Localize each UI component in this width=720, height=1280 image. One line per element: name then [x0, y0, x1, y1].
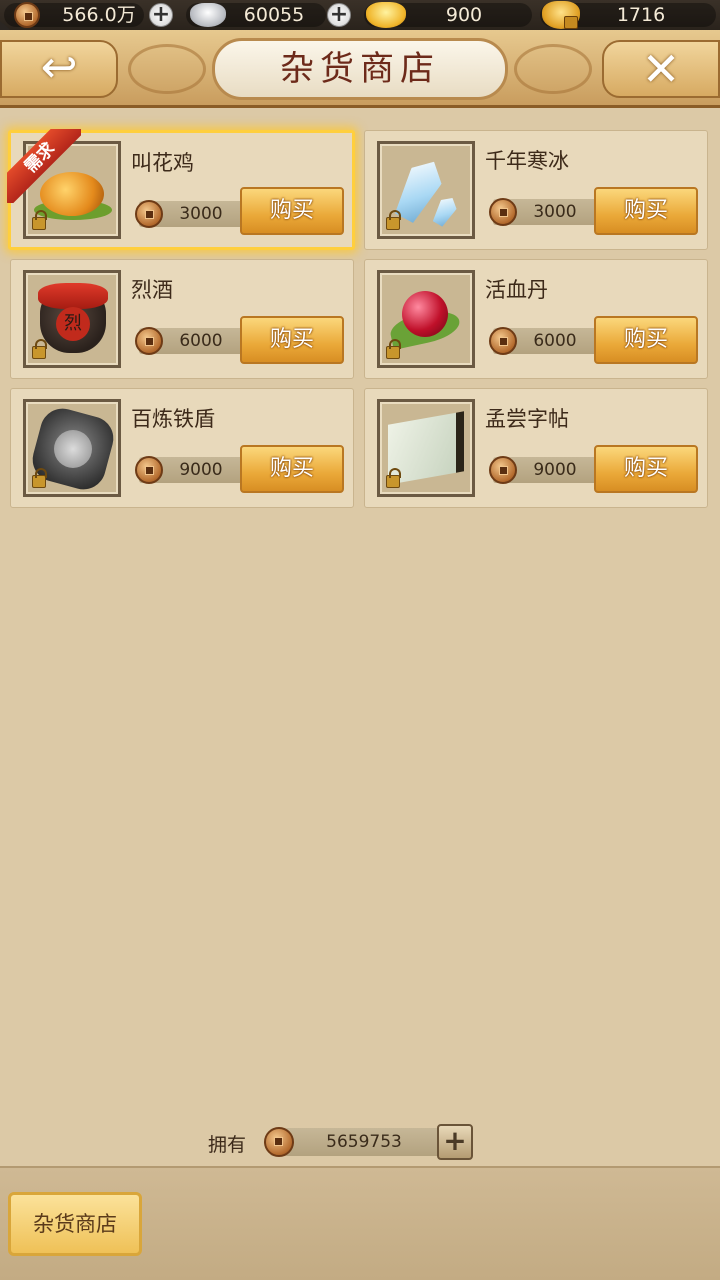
item-icon-frame[interactable]	[23, 399, 121, 497]
bound-gold-amount: 1716	[616, 4, 666, 26]
price-value: 9000	[179, 460, 223, 480]
shop-item-card[interactable]: 需求 叫花鸡 3000 购买	[7, 129, 355, 250]
shop-item-card[interactable]: 百炼铁盾 9000 购买	[10, 388, 354, 508]
lock-icon	[386, 210, 401, 230]
copper-coin-icon	[489, 456, 517, 484]
bound-gold-display: 1716	[540, 1, 716, 29]
silver-amount: 60055	[243, 4, 305, 26]
copper-coin-icon	[489, 327, 517, 355]
copper-coin-icon	[264, 1127, 294, 1157]
gold-amount: 900	[445, 4, 483, 26]
back-arrow-icon: ↩	[40, 42, 78, 93]
close-button[interactable]: ✕	[602, 40, 720, 98]
copper-amount: 566.0万	[62, 4, 136, 26]
item-icon-frame[interactable]	[377, 270, 475, 368]
price-value: 3000	[533, 202, 577, 222]
buy-button[interactable]: 购买	[594, 445, 698, 493]
item-name: 活血丹	[485, 278, 548, 302]
demand-ribbon: 需求	[7, 129, 81, 203]
lock-icon	[32, 339, 47, 359]
copper-coin-icon	[135, 200, 163, 228]
add-silver-button[interactable]: +	[327, 3, 351, 27]
shield-emblem	[54, 430, 92, 468]
lock-icon	[32, 468, 47, 488]
currency-bar: 566.0万 + 60055 + 900 1716	[0, 0, 720, 30]
shop-item-card[interactable]: 活血丹 6000 购买	[364, 259, 708, 379]
ice-shard	[430, 194, 461, 229]
price-value: 9000	[533, 460, 577, 480]
owned-amount-bar: 5659753	[264, 1127, 440, 1157]
price-value: 6000	[533, 331, 577, 351]
jar-cloth	[38, 283, 108, 309]
silver-ingot-icon	[190, 3, 226, 27]
jar-label: 烈	[56, 307, 90, 341]
close-icon: ✕	[641, 42, 681, 96]
price-value: 6000	[179, 331, 223, 351]
shop-header: ↩ 杂货商店 ✕	[0, 30, 720, 108]
back-button[interactable]: ↩	[0, 40, 118, 98]
page-title: 杂货商店	[212, 38, 508, 100]
owned-label: 拥有	[208, 1134, 247, 1156]
red-pill-icon	[402, 291, 448, 337]
item-name: 烈酒	[131, 278, 173, 302]
copper-coin-icon	[135, 456, 163, 484]
shop-item-card[interactable]: 千年寒冰 3000 购买	[364, 130, 708, 250]
owned-amount: 5659753	[326, 1132, 402, 1152]
item-name: 叫花鸡	[131, 151, 194, 175]
copper-coin-icon	[14, 2, 40, 28]
locked-gold-icon	[542, 1, 580, 29]
price-value: 3000	[179, 204, 223, 224]
shop-tab-bar: 杂货商店	[0, 1166, 720, 1280]
add-copper-button[interactable]: +	[437, 1124, 473, 1160]
right-cloud-ornament	[514, 44, 592, 94]
item-icon-frame[interactable]	[377, 399, 475, 497]
item-name: 百炼铁盾	[131, 407, 215, 431]
copper-coin-icon	[489, 198, 517, 226]
lock-icon	[32, 210, 47, 230]
buy-button[interactable]: 购买	[240, 445, 344, 493]
item-icon-frame[interactable]: 烈	[23, 270, 121, 368]
item-name: 千年寒冰	[485, 149, 569, 173]
demand-badge: 需求	[7, 129, 81, 203]
add-copper-button[interactable]: +	[149, 3, 173, 27]
left-cloud-ornament	[128, 44, 206, 94]
shop-item-card[interactable]: 孟尝字帖 9000 购买	[364, 388, 708, 508]
gold-display: 900	[364, 2, 532, 28]
item-name: 孟尝字帖	[485, 407, 569, 431]
lock-icon	[386, 468, 401, 488]
buy-button[interactable]: 购买	[594, 316, 698, 364]
tab-general-store[interactable]: 杂货商店	[8, 1192, 142, 1256]
shop-item-card[interactable]: 烈 烈酒 6000 购买	[10, 259, 354, 379]
copper-display: 566.0万	[4, 2, 144, 28]
item-icon-frame[interactable]	[377, 141, 475, 239]
buy-button[interactable]: 购买	[240, 316, 344, 364]
gold-ingot-icon	[366, 2, 406, 28]
buy-button[interactable]: 购买	[240, 187, 344, 235]
silver-display: 60055	[186, 3, 326, 27]
buy-button[interactable]: 购买	[594, 187, 698, 235]
lock-icon	[386, 339, 401, 359]
copper-coin-icon	[135, 327, 163, 355]
